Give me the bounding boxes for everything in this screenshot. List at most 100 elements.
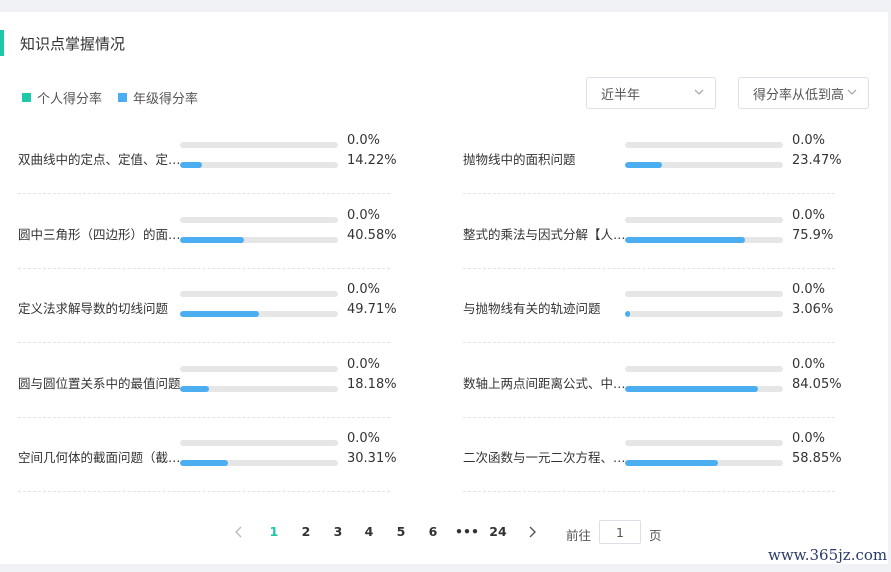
personal-rate-value: 0.0% — [792, 356, 826, 372]
item-divider — [463, 267, 835, 269]
knowledge-item: 定义法求解导数的切线问题 0.0% 49.71% — [18, 282, 397, 343]
personal-rate-bar — [180, 365, 338, 372]
page-number[interactable]: 5 — [391, 524, 411, 539]
legend-personal: 个人得分率 — [22, 88, 102, 107]
item-divider — [463, 193, 835, 194]
knowledge-item-label: 与抛物线有关的轨迹问题 — [463, 301, 601, 316]
goto-prefix: 前往 — [566, 528, 592, 543]
knowledge-item-label: 二次函数与一元二次方程、不等式 — [463, 450, 626, 465]
grade-rate-bar — [625, 311, 783, 317]
knowledge-item-label: 双曲线中的定点、定值、定值问题 — [18, 152, 181, 167]
personal-rate-value: 0.0% — [792, 207, 826, 223]
knowledge-panel: 知识点掌握情况 个人得分率 年级得分率 近半年 得分率从低到高 双曲线中的定点、… — [0, 12, 888, 564]
chevron-down-icon — [847, 89, 857, 95]
item-divider — [18, 267, 390, 269]
grade-rate-value: 40.58% — [347, 227, 397, 243]
page-title: 知识点掌握情况 — [20, 34, 126, 53]
goto-suffix: 页 — [649, 528, 662, 543]
item-divider — [463, 416, 835, 418]
knowledge-item-label: 空间几何体的截面问题（截面形状） — [18, 450, 181, 465]
grade-rate-fill — [625, 460, 718, 466]
grade-rate-value: 3.06% — [792, 302, 834, 317]
personal-rate-value: 0.0% — [792, 282, 826, 297]
knowledge-item: 整式的乘法与因式分解【人教版】 0.0% 75.9% — [463, 207, 835, 269]
pagination: 123456 ••• 24 前往 页 — [0, 520, 888, 544]
chevron-down-icon — [694, 89, 704, 95]
grade-rate-fill — [625, 236, 745, 243]
knowledge-item: 二次函数与一元二次方程、不等式 0.0% 58.85% — [463, 431, 842, 492]
goto-page-input[interactable] — [599, 520, 641, 544]
legend: 个人得分率 年级得分率 — [22, 88, 214, 107]
legend-personal-swatch — [22, 93, 31, 102]
grade-rate-fill — [625, 385, 758, 392]
page-number[interactable]: 6 — [423, 524, 443, 539]
prev-page-icon[interactable] — [233, 525, 245, 539]
personal-rate-value: 0.0% — [792, 431, 826, 446]
knowledge-item-label: 定义法求解导数的切线问题 — [18, 301, 169, 316]
personal-rate-bar — [625, 216, 783, 223]
knowledge-item-label: 圆中三角形（四边形）的面积问题 — [18, 226, 181, 242]
item-divider — [463, 491, 835, 492]
legend-personal-label: 个人得分率 — [37, 92, 103, 107]
personal-rate-value: 0.0% — [792, 133, 826, 148]
personal-rate-value: 0.0% — [347, 207, 381, 223]
item-divider — [18, 416, 390, 418]
page-number[interactable]: 2 — [296, 524, 316, 539]
knowledge-item-label: 圆与圆位置关系中的最值问题 — [18, 375, 181, 391]
personal-rate-value: 0.0% — [347, 356, 381, 372]
grade-rate-bar — [625, 460, 783, 466]
period-select[interactable]: 近半年 — [586, 77, 716, 109]
personal-rate-bar — [180, 142, 338, 148]
knowledge-item-label: 整式的乘法与因式分解【人教版】 — [463, 226, 626, 242]
grade-rate-value: 58.85% — [792, 451, 842, 466]
knowledge-item: 双曲线中的定点、定值、定值问题 0.0% 14.22% — [18, 133, 397, 194]
personal-rate-value: 0.0% — [347, 282, 381, 297]
grade-rate-value: 30.31% — [347, 451, 397, 466]
personal-rate-bar — [625, 440, 783, 446]
grade-rate-value: 14.22% — [347, 153, 397, 168]
grade-rate-fill — [180, 385, 209, 392]
grade-rate-fill — [625, 311, 630, 317]
personal-rate-value: 0.0% — [347, 133, 381, 148]
grade-rate-bar — [625, 385, 783, 392]
knowledge-item: 圆与圆位置关系中的最值问题 0.0% 18.18% — [18, 356, 397, 418]
item-divider — [18, 491, 390, 492]
item-divider — [463, 342, 835, 343]
page-number[interactable]: 24 — [487, 524, 509, 539]
grade-rate-value: 75.9% — [792, 227, 834, 243]
page-number[interactable]: 3 — [328, 524, 348, 539]
personal-rate-bar — [625, 291, 783, 297]
grade-rate-bar — [180, 236, 338, 243]
item-divider — [18, 342, 390, 343]
grade-rate-fill — [180, 236, 245, 243]
personal-rate-bar — [180, 216, 338, 223]
page-number[interactable]: 4 — [359, 524, 379, 539]
knowledge-item: 与抛物线有关的轨迹问题 0.0% 3.06% — [463, 282, 835, 343]
title-accent-bar — [0, 30, 4, 56]
next-page-icon[interactable] — [526, 525, 538, 539]
grade-rate-fill — [180, 311, 259, 317]
personal-rate-bar — [625, 142, 783, 148]
grade-rate-bar — [180, 385, 338, 392]
knowledge-item: 数轴上两点间距离公式、中点公式 0.0% 84.05% — [463, 356, 842, 418]
page-ellipsis[interactable]: ••• — [455, 524, 479, 539]
knowledge-item: 抛物线中的面积问题 0.0% 23.47% — [463, 133, 842, 194]
page-number[interactable]: 1 — [264, 524, 284, 539]
sort-select-value: 得分率从低到高 — [753, 87, 845, 103]
knowledge-item-label: 数轴上两点间距离公式、中点公式 — [463, 375, 626, 391]
grade-rate-bar — [180, 162, 338, 168]
sort-select[interactable]: 得分率从低到高 — [738, 77, 869, 109]
grade-rate-bar — [180, 311, 338, 317]
grade-rate-fill — [180, 460, 228, 466]
grade-rate-value: 84.05% — [792, 376, 842, 392]
legend-grade-swatch — [118, 93, 128, 102]
legend-grade: 年级得分率 — [118, 88, 198, 107]
grade-rate-fill — [625, 162, 663, 168]
grade-rate-value: 23.47% — [792, 153, 842, 168]
title-bar: 知识点掌握情况 — [0, 30, 125, 56]
personal-rate-bar — [180, 440, 338, 446]
grade-rate-value: 18.18% — [347, 376, 397, 392]
grade-rate-bar — [625, 162, 783, 168]
knowledge-item: 空间几何体的截面问题（截面形状） 0.0% 30.31% — [18, 431, 397, 492]
personal-rate-bar — [625, 365, 783, 372]
